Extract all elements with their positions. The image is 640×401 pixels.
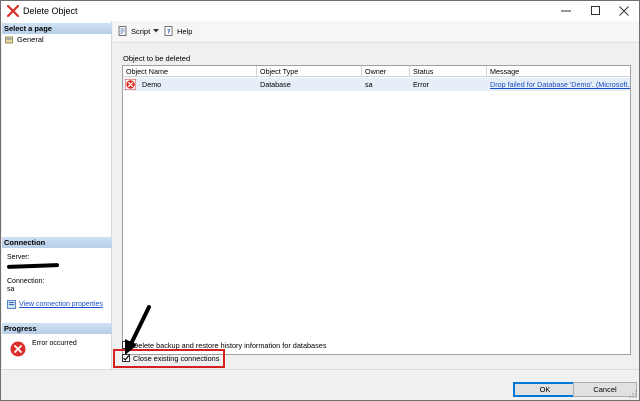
cell-status: Error [413, 80, 429, 89]
minimize-button[interactable] [551, 1, 581, 21]
delete-object-window: Delete Object Select a page General Conn… [0, 0, 640, 401]
svg-text:?: ? [167, 29, 171, 36]
dropdown-arrow-icon [153, 29, 160, 33]
error-icon [10, 341, 26, 357]
cancel-button[interactable]: Cancel [573, 382, 637, 397]
connection-value: sa [7, 286, 15, 293]
select-page-header: Select a page [2, 23, 112, 34]
cell-object-name: Demo [142, 80, 162, 89]
maximize-button[interactable] [581, 1, 611, 21]
row-error-icon [125, 79, 136, 90]
progress-header: Progress [2, 323, 112, 334]
server-label: Server: [7, 254, 30, 261]
cell-owner: sa [365, 80, 373, 89]
table-row[interactable]: Demo Database sa Error Drop failed for D… [123, 78, 630, 91]
objects-grid[interactable]: Object Name Object Type Owner Status Mes… [122, 65, 631, 355]
sidebar-item-label: General [17, 35, 44, 44]
column-header-object-type[interactable]: Object Type [257, 66, 362, 77]
help-button[interactable]: ? Help [164, 26, 192, 36]
ok-button[interactable]: OK [513, 382, 577, 397]
window-title: Delete Object [23, 6, 78, 16]
cell-message-link[interactable]: Drop failed for Database 'Demo'. (Micros… [487, 78, 630, 91]
connection-header: Connection [2, 237, 112, 248]
delete-x-icon [7, 5, 19, 17]
view-connection-properties-text: View connection properties [19, 301, 103, 308]
connection-properties-icon [7, 300, 16, 309]
sidebar-item-general[interactable]: General [5, 35, 44, 44]
page-icon [5, 36, 13, 43]
help-label: Help [177, 26, 193, 36]
main-panel: Script ? Help Object to be deleted Objec… [113, 21, 639, 369]
delete-backup-checkbox[interactable] [122, 341, 130, 349]
script-button[interactable]: Script [118, 26, 160, 36]
minimize-icon [561, 10, 571, 12]
resize-grip-icon[interactable] [629, 390, 637, 398]
sidebar: Select a page General Connection Server:… [2, 21, 112, 369]
object-to-delete-label: Object to be deleted [123, 54, 191, 63]
maximize-icon [591, 6, 600, 15]
cell-object-type: Database [260, 80, 291, 89]
column-header-object-name[interactable]: Object Name [123, 66, 257, 77]
highlight-box [113, 349, 225, 368]
toolbar: Script ? Help [113, 21, 639, 43]
column-header-owner[interactable]: Owner [362, 66, 410, 77]
script-label: Script [131, 26, 151, 36]
dialog-footer: OK Cancel [1, 369, 639, 400]
column-header-status[interactable]: Status [410, 66, 487, 77]
close-icon [619, 6, 629, 16]
help-icon: ? [164, 26, 173, 36]
connection-label: Connection: [7, 278, 45, 285]
grid-header: Object Name Object Type Owner Status Mes… [123, 66, 630, 77]
progress-status: Error occurred [32, 340, 77, 347]
close-button[interactable] [609, 1, 639, 21]
server-value-redacted [6, 263, 60, 269]
title-bar: Delete Object [1, 1, 639, 21]
script-icon [118, 26, 127, 36]
column-header-message[interactable]: Message [487, 66, 630, 77]
view-connection-properties-link[interactable]: View connection properties [7, 300, 103, 309]
